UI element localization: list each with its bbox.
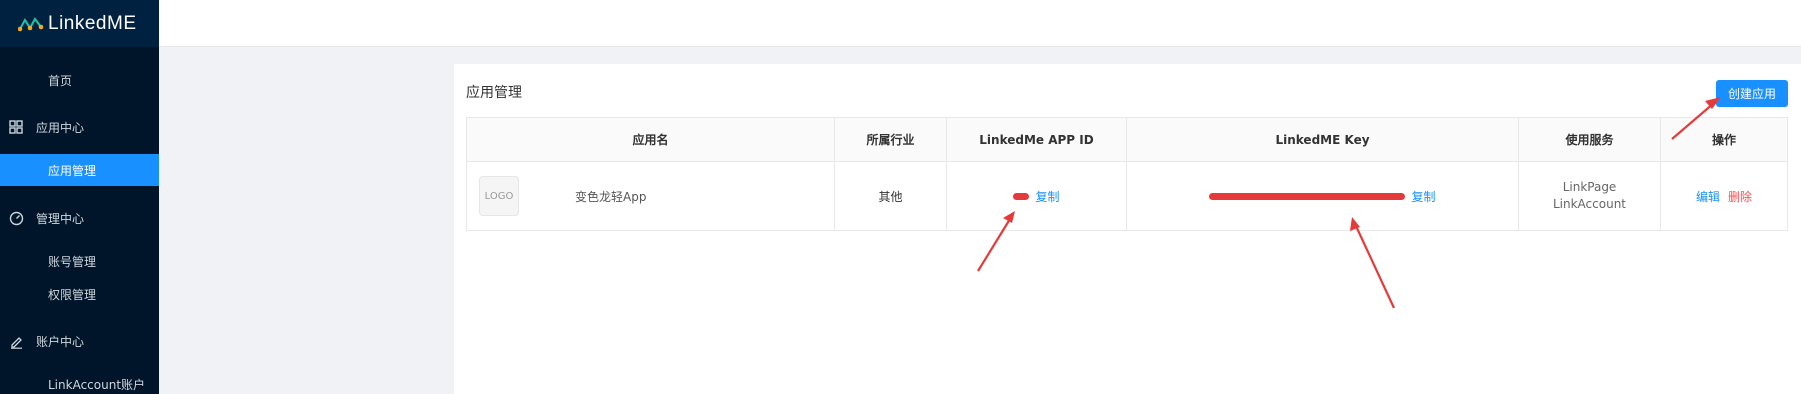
- edit-icon: [8, 333, 24, 349]
- page-title: 应用管理: [466, 85, 522, 101]
- sidebar-item-permission-management[interactable]: 权限管理: [0, 278, 159, 310]
- sidebar-item-management-center[interactable]: 管理中心: [0, 202, 159, 234]
- column-header: 使用服务: [1519, 118, 1661, 161]
- sidebar-item-label: 权限管理: [48, 287, 97, 302]
- edit-link[interactable]: 编辑: [1696, 188, 1720, 205]
- copy-key-link[interactable]: 复制: [1411, 188, 1435, 205]
- sidebar-item-label: 管理中心: [36, 211, 85, 226]
- column-header: 所属行业: [835, 118, 947, 161]
- sidebar-item-label: 账户中心: [36, 334, 85, 349]
- copy-app-id-link[interactable]: 复制: [1035, 188, 1059, 205]
- sidebar-item-home[interactable]: 首页: [0, 64, 159, 96]
- app-id-cell: 复制: [947, 162, 1127, 230]
- sidebar-item-app-management[interactable]: 应用管理: [0, 154, 159, 186]
- app-logo: LOGO: [479, 176, 519, 216]
- services-cell: LinkPage LinkAccount: [1519, 162, 1661, 230]
- redacted-key: [1209, 192, 1406, 200]
- sidebar-item-label: 应用中心: [36, 120, 85, 135]
- top-header: [159, 0, 1801, 47]
- app-management-card: 应用管理 创建应用 应用名 所属行业 LinkedMe APP ID Linke…: [454, 64, 1801, 394]
- app-name: 变色龙轻App: [575, 189, 647, 204]
- sidebar-item-linkaccount[interactable]: LinkAccount账户: [0, 368, 159, 394]
- delete-link[interactable]: 删除: [1728, 188, 1752, 205]
- key-cell: 复制: [1127, 162, 1519, 230]
- sidebar-item-label: 应用管理: [48, 163, 97, 178]
- app-name-cell: LOGO 变色龙轻App: [467, 162, 835, 230]
- service-item: LinkAccount: [1552, 197, 1627, 211]
- column-header: 操作: [1711, 133, 1736, 147]
- sidebar-item-account-center[interactable]: 账户中心: [0, 325, 159, 357]
- sidebar-item-label: LinkAccount账户: [48, 377, 146, 392]
- sidebar-item-label: 首页: [48, 73, 73, 88]
- grid-icon: [8, 119, 24, 135]
- brand-name: LinkedME: [48, 12, 137, 34]
- redacted-app-id: [1013, 192, 1030, 200]
- column-header: LinkedMe APP ID: [947, 118, 1127, 161]
- create-app-button[interactable]: 创建应用: [1716, 80, 1788, 107]
- service-item: LinkPage: [1562, 180, 1617, 194]
- apps-table: 应用名 所属行业 LinkedMe APP ID LinkedME Key 使用…: [466, 117, 1788, 231]
- linkedme-logo-icon: [18, 16, 44, 31]
- industry-cell: 其他: [835, 162, 947, 230]
- actions-cell: 编辑 删除: [1661, 162, 1787, 230]
- sidebar-item-app-center[interactable]: 应用中心: [0, 111, 159, 143]
- table-row: LOGO 变色龙轻App 其他 复制 复制 LinkPage LinkAccou…: [467, 162, 1787, 230]
- table-header: 应用名 所属行业 LinkedMe APP ID LinkedME Key 使用…: [467, 118, 1787, 162]
- column-header: 应用名: [467, 118, 835, 161]
- dashboard-icon: [8, 210, 24, 226]
- sidebar: LinkedME 首页 应用中心 应用管理 管理中心 账号管理 权限管理 账户中…: [0, 0, 159, 394]
- brand-logo[interactable]: LinkedME: [0, 0, 159, 47]
- sidebar-item-label: 账号管理: [48, 254, 97, 269]
- column-header: LinkedME Key: [1127, 118, 1519, 161]
- sidebar-item-account-management[interactable]: 账号管理: [0, 245, 159, 277]
